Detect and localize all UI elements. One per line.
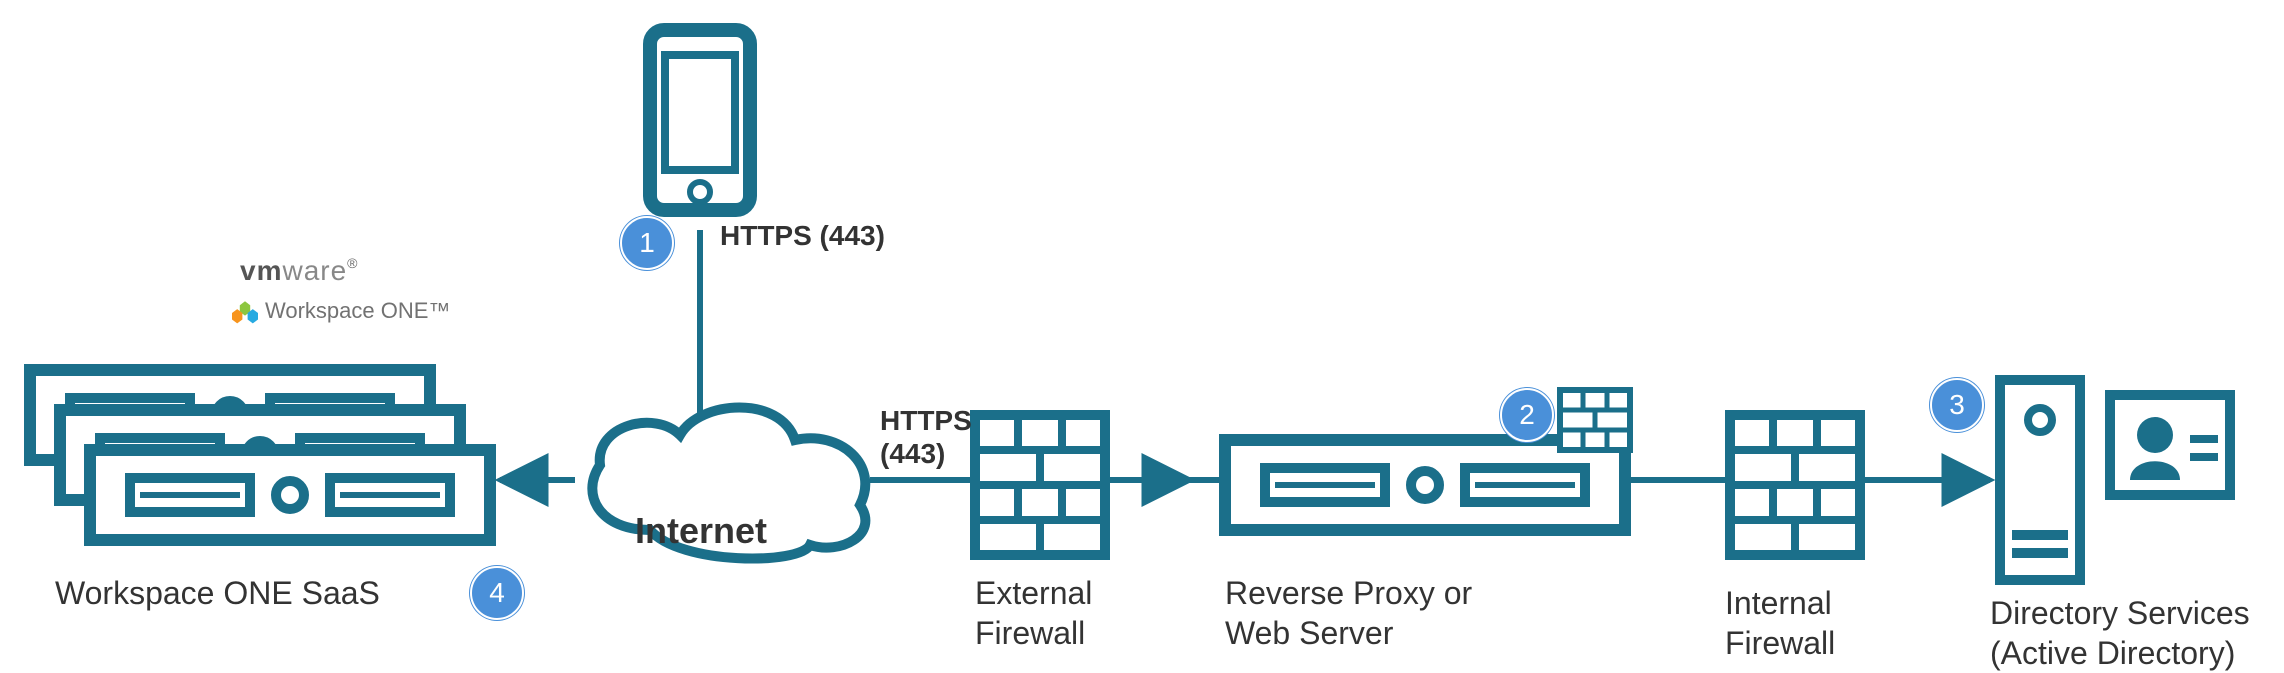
workspace-one-subbrand: Workspace ONE™ (265, 298, 450, 324)
vmware-logo-vm: vm (240, 255, 282, 286)
internet-label: Internet (635, 510, 767, 552)
directory-tower-icon (2000, 380, 2080, 580)
saas-label: Workspace ONE SaaS (55, 573, 380, 613)
badge-3: 3 (1930, 378, 1984, 432)
internal-firewall-label: Internal Firewall (1725, 583, 1835, 663)
saas-server-stack-icon (30, 370, 490, 540)
architecture-diagram: vmware® Workspace ONE™ 1 2 3 4 HTTPS (44… (0, 0, 2284, 669)
reverse-proxy-firewall-badge-icon (1560, 390, 1630, 450)
mobile-device-icon (650, 30, 750, 210)
protocol-device-internet: HTTPS (443) (720, 220, 885, 252)
badge-1: 1 (620, 216, 674, 270)
internal-firewall-icon (1730, 415, 1860, 555)
user-card-icon (2110, 395, 2230, 495)
directory-services-label: Directory Services (Active Directory) (1990, 593, 2250, 673)
vmware-logo-text: vmware® (240, 255, 359, 287)
external-firewall-icon (975, 415, 1105, 555)
protocol-internet-extfw-line1: HTTPS (880, 405, 972, 437)
vmware-logo-ware: ware (282, 255, 347, 286)
workspace-one-logo-icon (232, 300, 258, 326)
badge-2: 2 (1500, 388, 1554, 442)
reverse-proxy-server-icon (1225, 440, 1625, 530)
protocol-internet-extfw-line2: (443) (880, 438, 945, 470)
vmware-logo-reg: ® (347, 255, 358, 271)
diagram-svg (0, 0, 2284, 669)
badge-4: 4 (470, 566, 524, 620)
external-firewall-label: External Firewall (975, 573, 1092, 653)
reverse-proxy-label: Reverse Proxy or Web Server (1225, 573, 1472, 653)
